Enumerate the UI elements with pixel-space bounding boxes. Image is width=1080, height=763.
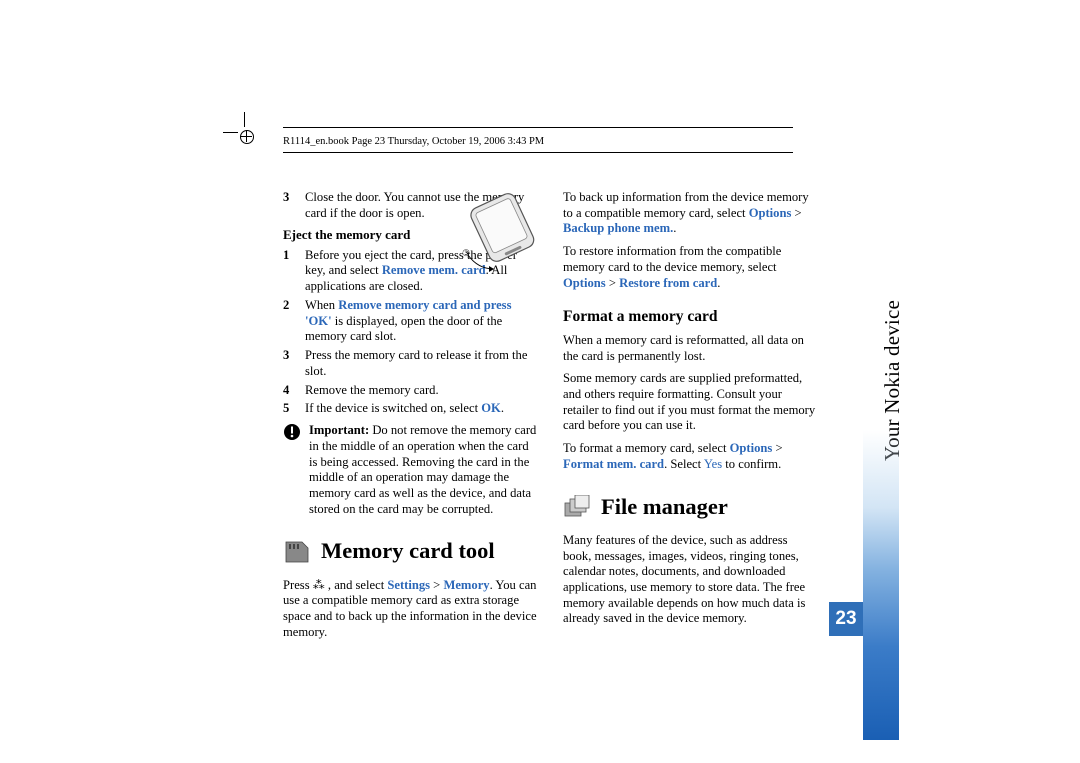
ui-path: Options <box>730 441 773 455</box>
file-manager-paragraph: Many features of the device, such as add… <box>563 533 818 627</box>
list-item: 3 Press the memory card to release it fr… <box>283 348 538 379</box>
step-text: Remove the memory card. <box>305 383 538 399</box>
thumb-tab <box>863 430 899 740</box>
step-number: 5 <box>283 401 295 417</box>
restore-paragraph: To restore information from the compatib… <box>563 244 818 291</box>
header-text: R1114_en.book Page 23 Thursday, October … <box>283 136 544 147</box>
memory-card-tool-paragraph: Press ⁂ , and select Settings > Memory. … <box>283 578 538 641</box>
step-number: 4 <box>283 383 295 399</box>
format-howto: To format a memory card, select Options … <box>563 441 818 472</box>
device-illustration: ③ <box>456 187 546 279</box>
file-manager-heading: File manager <box>601 493 728 521</box>
step-number: 3 <box>283 190 295 221</box>
file-manager-icon <box>563 495 591 519</box>
list-item: 4 Remove the memory card. <box>283 383 538 399</box>
step-number: 3 <box>283 348 295 379</box>
ui-path: Settings <box>387 578 430 592</box>
important-text: Important: Do not remove the memory card… <box>309 423 538 517</box>
backup-paragraph: To back up information from the device m… <box>563 190 818 237</box>
step-text: Press the memory card to release it from… <box>305 348 538 379</box>
step-text: When Remove memory card and press 'OK' i… <box>305 298 538 345</box>
file-manager-heading-row: File manager <box>563 493 818 521</box>
menu-key-icon: ⁂ <box>313 578 325 592</box>
step-text: If the device is switched on, select OK. <box>305 401 538 417</box>
ui-path: OK <box>481 401 501 415</box>
header-rule-top <box>283 127 793 128</box>
format-heading: Format a memory card <box>563 307 818 326</box>
format-info: Some memory cards are supplied preformat… <box>563 371 818 434</box>
ui-path: Restore from card <box>619 276 717 290</box>
ui-path: Options <box>563 276 606 290</box>
ui-path: Options <box>749 206 792 220</box>
left-column: ③ 3 Close the door. You cannot use the m… <box>283 190 538 648</box>
step-number: 1 <box>283 248 295 295</box>
step-number: 2 <box>283 298 295 345</box>
important-note: Important: Do not remove the memory card… <box>283 423 538 517</box>
ui-path: Backup phone mem. <box>563 221 673 235</box>
ui-path: Format mem. card <box>563 457 664 471</box>
memory-card-tool-heading: Memory card tool <box>321 537 495 565</box>
format-warning: When a memory card is reformatted, all d… <box>563 333 818 364</box>
right-column: To back up information from the device m… <box>563 190 818 634</box>
crop-mark <box>246 136 249 139</box>
crop-tick <box>244 112 245 127</box>
ui-path: Memory <box>443 578 489 592</box>
memory-card-icon <box>283 540 311 564</box>
header-rule-bottom <box>283 152 793 153</box>
crop-tick <box>223 132 238 133</box>
important-icon <box>283 423 301 441</box>
list-item: 2 When Remove memory card and press 'OK'… <box>283 298 538 345</box>
manual-page: R1114_en.book Page 23 Thursday, October … <box>0 0 1080 763</box>
list-item: 5 If the device is switched on, select O… <box>283 401 538 417</box>
memory-card-tool-heading-row: Memory card tool <box>283 537 538 565</box>
page-number: 23 <box>829 602 863 636</box>
ui-path: Yes <box>704 457 722 471</box>
